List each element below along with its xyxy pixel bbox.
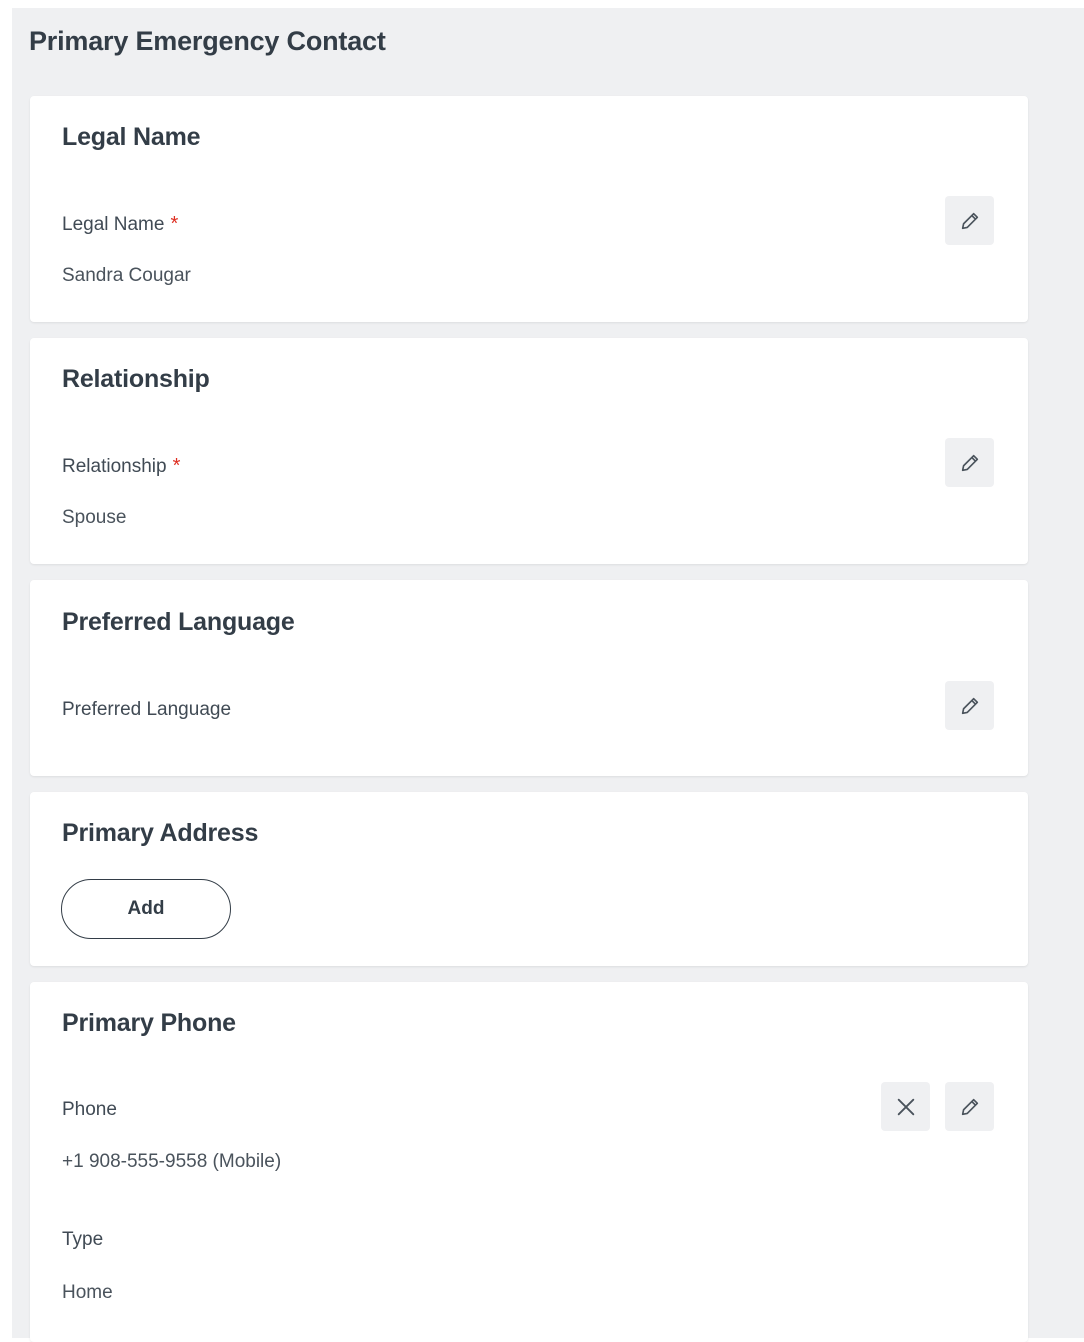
phone-value: +1 908-555-9558 (Mobile) (62, 1151, 282, 1172)
primary-address-card: Primary Address Add (30, 792, 1028, 966)
close-icon (897, 1098, 914, 1115)
relationship-label-text: Relationship (62, 456, 167, 477)
preferred-language-card-title: Preferred Language (62, 608, 295, 636)
required-indicator: * (170, 213, 179, 235)
primary-phone-card-title: Primary Phone (62, 1009, 236, 1037)
preferred-language-field-label: Preferred Language (62, 699, 232, 720)
phone-field-label: Phone (62, 1099, 117, 1120)
pencil-icon (961, 212, 978, 229)
legal-name-card: Legal Name Legal Name * Sandra Cougar (30, 96, 1028, 322)
relationship-card-title: Relationship (62, 365, 210, 393)
primary-phone-card: Primary Phone Phone +1 908-555-9558 (Mob… (30, 982, 1028, 1342)
legal-name-value: Sandra Cougar (62, 265, 191, 286)
edit-phone-button[interactable] (945, 1082, 994, 1131)
page-title: Primary Emergency Contact (29, 26, 386, 56)
pencil-icon (961, 697, 978, 714)
type-field-label: Type (62, 1229, 104, 1250)
remove-phone-button[interactable] (881, 1082, 930, 1131)
edit-relationship-button[interactable] (945, 438, 994, 487)
preferred-language-card: Preferred Language Preferred Language (30, 580, 1028, 776)
type-value: Home (62, 1282, 113, 1303)
legal-name-card-title: Legal Name (62, 123, 201, 151)
required-indicator: * (172, 455, 181, 477)
legal-name-label-text: Legal Name (62, 214, 165, 235)
edit-legal-name-button[interactable] (945, 196, 994, 245)
add-address-button[interactable]: Add (61, 879, 231, 939)
relationship-field-label: Relationship * (62, 455, 180, 478)
pencil-icon (961, 454, 978, 471)
relationship-card: Relationship Relationship * Spouse (30, 338, 1028, 564)
legal-name-field-label: Legal Name * (62, 213, 178, 236)
relationship-value: Spouse (62, 507, 127, 528)
primary-address-card-title: Primary Address (62, 819, 259, 847)
edit-preferred-language-button[interactable] (945, 681, 994, 730)
pencil-icon (961, 1098, 978, 1115)
